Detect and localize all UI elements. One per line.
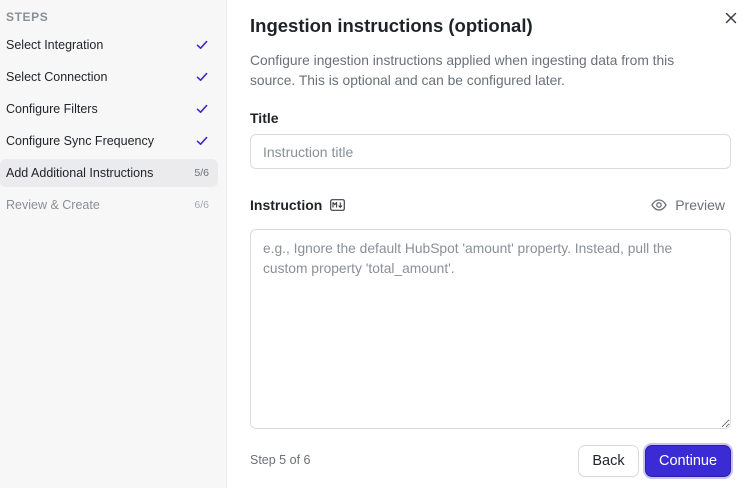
markdown-icon <box>330 199 345 211</box>
title-label: Title <box>250 110 279 126</box>
instruction-label: Instruction <box>250 197 323 213</box>
step-label: Add Additional Instructions <box>6 166 154 180</box>
title-input[interactable] <box>250 134 731 169</box>
page-title: Ingestion instructions (optional) <box>250 15 533 36</box>
step-label: Select Integration <box>6 38 104 52</box>
page-description: Configure ingestion instructions applied… <box>250 53 675 88</box>
step-label: Configure Filters <box>6 102 98 116</box>
ingestion-wizard: STEPS Select Integration Select Connecti… <box>0 0 746 488</box>
step-count: 5/6 <box>194 167 209 179</box>
check-icon <box>196 40 208 49</box>
step-progress-text: Step 5 of 6 <box>250 453 311 467</box>
main-panel: Ingestion instructions (optional) Config… <box>227 0 746 488</box>
step-select-connection[interactable]: Select Connection <box>0 63 218 91</box>
steps-sidebar: STEPS Select Integration Select Connecti… <box>0 0 227 488</box>
instruction-header: Instruction Preview <box>250 197 731 215</box>
step-configure-sync-frequency[interactable]: Configure Sync Frequency <box>0 127 218 155</box>
step-label: Configure Sync Frequency <box>6 134 154 148</box>
check-icon <box>196 104 208 113</box>
continue-button[interactable]: Continue <box>645 445 731 477</box>
close-icon <box>725 12 737 24</box>
instruction-textarea[interactable] <box>250 229 731 429</box>
step-review-create[interactable]: Review & Create 6/6 <box>0 191 218 219</box>
preview-label: Preview <box>675 197 725 213</box>
step-select-integration[interactable]: Select Integration <box>0 31 218 59</box>
eye-icon <box>651 199 667 211</box>
check-icon <box>196 136 208 145</box>
step-count: 6/6 <box>194 199 209 211</box>
step-label: Review & Create <box>6 198 100 212</box>
preview-button[interactable]: Preview <box>651 197 725 213</box>
step-configure-filters[interactable]: Configure Filters <box>0 95 218 123</box>
back-button[interactable]: Back <box>578 445 639 477</box>
steps-heading: STEPS <box>6 10 49 24</box>
step-add-additional-instructions[interactable]: Add Additional Instructions 5/6 <box>0 159 218 187</box>
step-label: Select Connection <box>6 70 108 84</box>
check-icon <box>196 72 208 81</box>
close-button[interactable] <box>723 10 739 26</box>
